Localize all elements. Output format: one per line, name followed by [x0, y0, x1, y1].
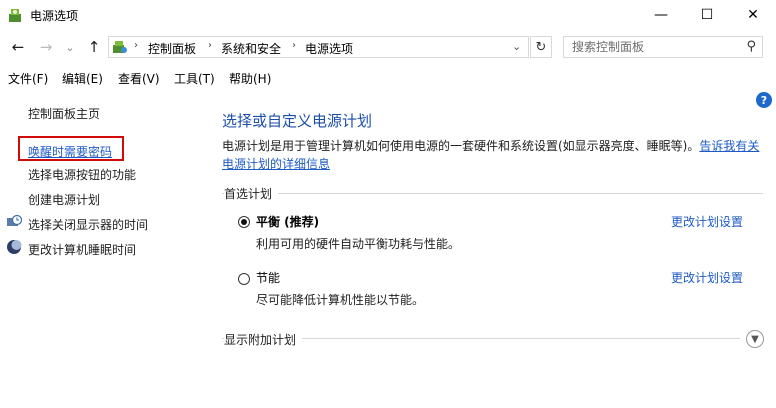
sidebar-item-power-buttons[interactable]: 选择电源按钮的功能 — [28, 166, 136, 183]
description-text: 电源计划是用于管理计算机如何使用电源的一套硬件和系统设置(如显示器亮度、睡眠等)… — [222, 139, 700, 153]
breadcrumb-power-options[interactable]: 电源选项 — [305, 40, 353, 57]
sleep-moon-icon — [7, 240, 22, 254]
up-button[interactable]: ↑ — [84, 37, 104, 57]
menu-view[interactable]: 查看(V) — [118, 70, 160, 87]
breadcrumb-separator: › — [208, 40, 212, 51]
page-title: 选择或自定义电源计划 — [222, 112, 373, 130]
breadcrumb-control-panel[interactable]: 控制面板 — [148, 40, 196, 57]
plan-power-saver-change-settings-link[interactable]: 更改计划设置 — [671, 269, 743, 286]
recent-locations-dropdown[interactable]: ⌄ — [60, 37, 80, 57]
plan-power-saver-description: 尽可能降低计算机性能以节能。 — [256, 293, 425, 307]
power-options-app-icon — [9, 9, 21, 22]
breadcrumb-separator: › — [292, 40, 296, 51]
minimize-button[interactable]: — — [638, 0, 684, 30]
sidebar-item-create-plan[interactable]: 创建电源计划 — [28, 191, 100, 208]
display-clock-icon — [7, 214, 22, 226]
plan-balanced-description: 利用可用的硬件自动平衡功耗与性能。 — [256, 237, 461, 251]
menu-tools[interactable]: 工具(T) — [174, 70, 215, 87]
maximize-button[interactable]: ☐ — [684, 0, 730, 30]
plan-balanced-name[interactable]: 平衡 (推荐) — [256, 213, 319, 230]
menu-edit[interactable]: 编辑(E) — [62, 70, 103, 87]
control-panel-icon — [113, 41, 127, 53]
breadcrumb-separator: › — [134, 40, 138, 51]
search-icon[interactable]: ⚲ — [746, 39, 756, 54]
plan-power-saver-name[interactable]: 节能 — [256, 269, 280, 286]
help-icon[interactable]: ? — [756, 92, 772, 108]
sidebar-item-require-password[interactable]: 唤醒时需要密码 — [28, 143, 112, 160]
search-input[interactable] — [572, 39, 732, 55]
sidebar-item-display-off-time[interactable]: 选择关闭显示器的时间 — [28, 216, 148, 233]
refresh-button[interactable]: ↻ — [530, 36, 552, 58]
plan-balanced-radio[interactable] — [238, 216, 250, 228]
chevron-down-icon[interactable]: ▼ — [746, 330, 764, 348]
back-button[interactable]: ← — [8, 37, 28, 57]
search-box[interactable]: ⚲ — [563, 36, 763, 58]
preferred-plans-divider — [222, 193, 763, 194]
breadcrumb-system-security[interactable]: 系统和安全 — [221, 40, 281, 57]
plan-balanced-change-settings-link[interactable]: 更改计划设置 — [671, 213, 743, 230]
sidebar-home-link[interactable]: 控制面板主页 — [28, 105, 100, 122]
page-description: 电源计划是用于管理计算机如何使用电源的一套硬件和系统设置(如显示器亮度、睡眠等)… — [222, 137, 762, 173]
menu-help[interactable]: 帮助(H) — [229, 70, 271, 87]
window-title: 电源选项 — [30, 9, 79, 23]
close-button[interactable]: ✕ — [730, 0, 776, 30]
show-additional-plans-label[interactable]: 显示附加计划 — [224, 331, 303, 348]
plan-power-saver-radio[interactable] — [238, 273, 250, 285]
address-dropdown-icon[interactable]: ⌄ — [512, 40, 521, 53]
forward-button[interactable]: → — [36, 37, 56, 57]
menu-file[interactable]: 文件(F) — [8, 70, 48, 87]
preferred-plans-label: 首选计划 — [224, 185, 279, 202]
sidebar-item-sleep-time[interactable]: 更改计算机睡眠时间 — [28, 241, 136, 258]
